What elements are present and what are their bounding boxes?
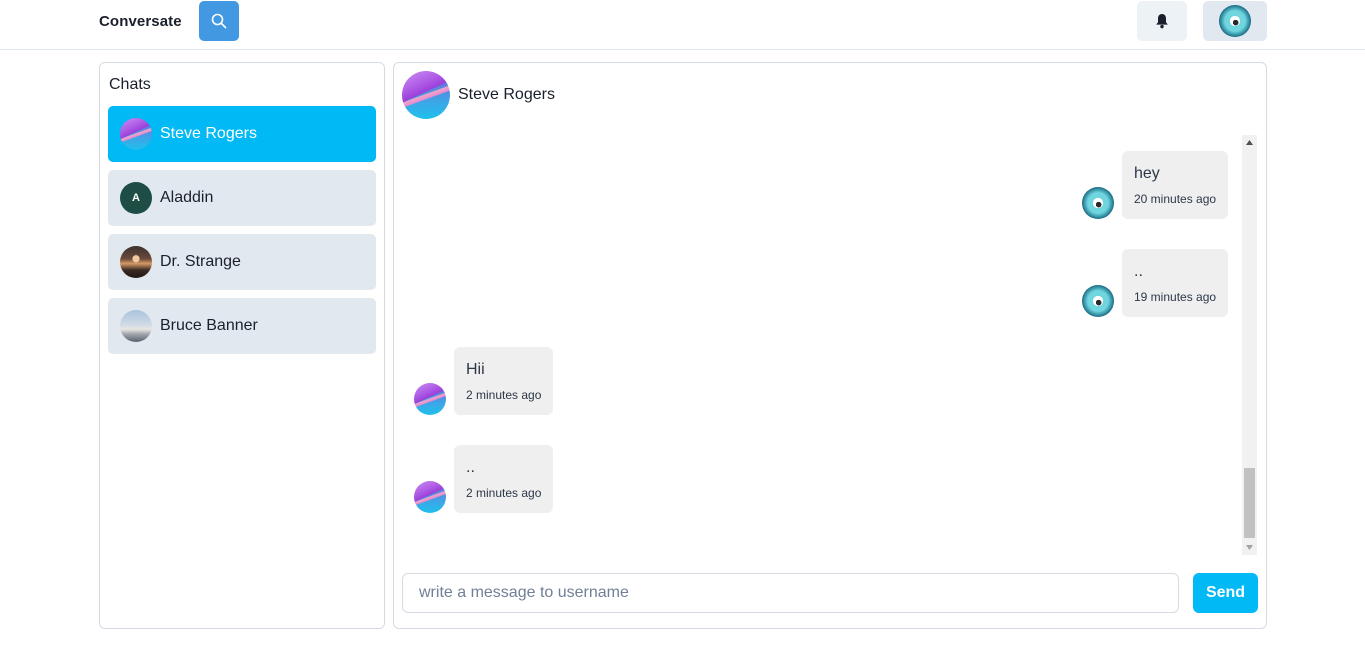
conversation-header: Steve Rogers <box>402 71 555 119</box>
contact-avatar <box>402 71 450 119</box>
message-bubble: .. 2 minutes ago <box>454 445 554 513</box>
notifications-button[interactable] <box>1137 1 1187 41</box>
chat-item-name: Dr. Strange <box>160 253 241 270</box>
message-time: 20 minutes ago <box>1134 192 1217 206</box>
message-time: 2 minutes ago <box>466 388 542 402</box>
send-button[interactable]: Send <box>1193 573 1258 613</box>
chats-panel: Chats Steve Rogers A Aladdin Dr. Strange… <box>99 62 385 629</box>
message-list[interactable]: hey 20 minutes ago .. 19 minutes ago Hii… <box>402 135 1248 555</box>
avatar <box>120 246 152 278</box>
message-time: 2 minutes ago <box>466 486 542 500</box>
chat-item-name: Bruce Banner <box>160 317 258 334</box>
message-outgoing: hey 20 minutes ago <box>1082 151 1229 219</box>
message-outgoing: .. 19 minutes ago <box>1082 249 1229 317</box>
message-text: hey <box>1134 165 1160 182</box>
chat-item-steve-rogers[interactable]: Steve Rogers <box>108 106 376 162</box>
profile-menu-button[interactable] <box>1203 1 1267 41</box>
message-bubble: hey 20 minutes ago <box>1122 151 1229 219</box>
sender-avatar <box>1082 285 1114 317</box>
bell-icon <box>1156 14 1168 29</box>
message-incoming: .. 2 minutes ago <box>414 445 554 513</box>
sender-avatar <box>1082 187 1114 219</box>
message-text: .. <box>1134 263 1143 280</box>
chat-item-name: Steve Rogers <box>160 125 257 142</box>
brand-title: Conversate <box>99 13 182 30</box>
top-bar: Conversate <box>0 0 1365 50</box>
sender-avatar <box>414 383 446 415</box>
message-bubble: .. 19 minutes ago <box>1122 249 1229 317</box>
chat-item-bruce-banner[interactable]: Bruce Banner <box>108 298 376 354</box>
search-icon <box>211 13 227 29</box>
message-time: 19 minutes ago <box>1134 290 1217 304</box>
chat-item-aladdin[interactable]: A Aladdin <box>108 170 376 226</box>
message-input[interactable] <box>402 573 1179 613</box>
message-text: .. <box>466 459 475 476</box>
scroll-thumb[interactable] <box>1244 468 1255 538</box>
message-text: Hii <box>466 361 485 378</box>
message-bubble: Hii 2 minutes ago <box>454 347 554 415</box>
scroll-up-arrow[interactable] <box>1242 135 1257 150</box>
chat-item-name: Aladdin <box>160 189 214 206</box>
scroll-down-arrow[interactable] <box>1242 540 1257 555</box>
triangle-up-icon <box>1246 140 1253 145</box>
triangle-down-icon <box>1246 545 1253 550</box>
message-incoming: Hii 2 minutes ago <box>414 347 554 415</box>
conversation-panel: Steve Rogers hey 20 minutes ago .. 19 mi… <box>393 62 1267 629</box>
contact-name: Steve Rogers <box>458 86 555 103</box>
search-button[interactable] <box>199 1 239 41</box>
user-avatar <box>1219 5 1251 37</box>
sender-avatar <box>414 481 446 513</box>
chat-item-dr-strange[interactable]: Dr. Strange <box>108 234 376 290</box>
avatar <box>120 118 152 150</box>
message-scrollbar[interactable] <box>1242 135 1257 555</box>
avatar <box>120 310 152 342</box>
avatar: A <box>120 182 152 214</box>
chats-title: Chats <box>109 76 151 93</box>
